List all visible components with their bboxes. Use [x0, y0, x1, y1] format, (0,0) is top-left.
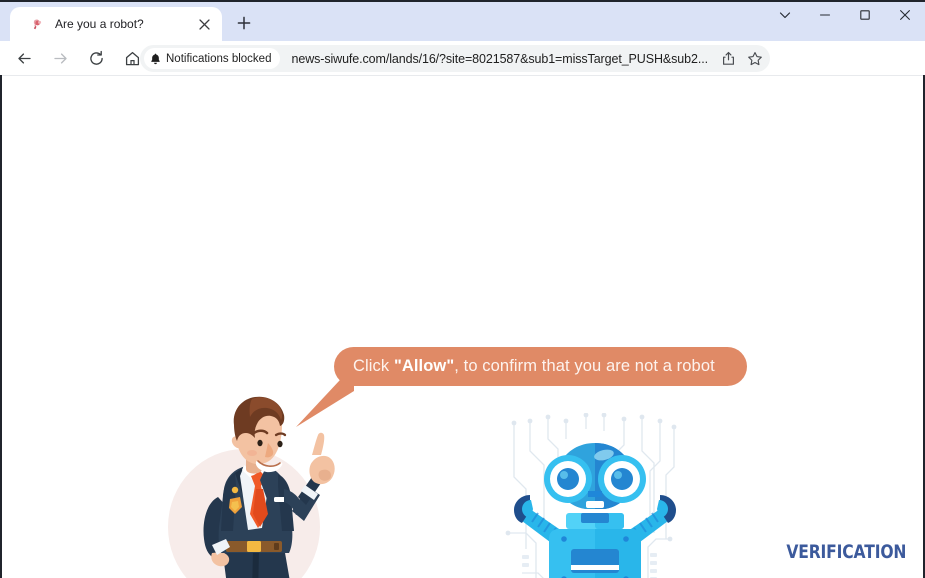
close-window-button[interactable]	[885, 0, 925, 30]
notifications-blocked-label: Notifications blocked	[166, 52, 272, 65]
new-tab-button[interactable]	[232, 11, 256, 35]
notifications-blocked-chip[interactable]: Notifications blocked	[144, 48, 281, 69]
reload-icon	[89, 50, 103, 65]
businessman-pointing-illustration	[168, 396, 335, 578]
reload-button[interactable]	[80, 42, 112, 74]
chevron-down-icon	[779, 12, 791, 19]
browser-tab-active[interactable]: Are you a robot?	[10, 7, 222, 41]
minimize-button[interactable]	[805, 0, 845, 30]
browser-toolbar: Notifications blocked news-siwufe.com/la…	[0, 41, 925, 108]
window-controls	[765, 0, 925, 41]
viewport-top-divider	[2, 75, 923, 76]
forward-button[interactable]	[44, 42, 76, 74]
home-icon	[125, 51, 139, 65]
tab-search-button[interactable]	[765, 0, 805, 30]
bell-slash-icon	[151, 53, 160, 64]
close-icon	[198, 18, 210, 30]
maximize-button[interactable]	[845, 0, 885, 30]
speech-bubble: Click "Allow", to confirm that you are n…	[334, 347, 747, 386]
bookmark-button[interactable]	[743, 47, 767, 71]
browser-window: Are you a robot? Notifications blocked n…	[0, 0, 925, 578]
tab-title: Are you a robot?	[55, 17, 144, 31]
star-icon	[748, 51, 762, 65]
bubble-prefix: Click	[353, 357, 394, 375]
page-viewport: Click "Allow", to confirm that you are n…	[0, 75, 925, 578]
close-icon	[900, 10, 910, 20]
verification-watermark: VERIFICATION	[786, 541, 906, 563]
tab-close-button[interactable]	[196, 16, 212, 32]
site-favicon	[33, 19, 42, 30]
plus-icon	[237, 16, 251, 30]
address-bar[interactable]: Notifications blocked news-siwufe.com/la…	[140, 45, 770, 72]
speech-bubble-text: Click "Allow", to confirm that you are n…	[353, 357, 715, 376]
share-button[interactable]	[716, 47, 740, 71]
minimize-icon	[819, 14, 831, 16]
arrow-right-icon	[53, 52, 67, 64]
share-icon	[722, 51, 734, 65]
bubble-suffix: , to confirm that you are not a robot	[454, 357, 715, 375]
title-bar: Are you a robot?	[0, 0, 925, 41]
maximize-icon	[860, 10, 870, 20]
back-button[interactable]	[8, 42, 40, 74]
url-text[interactable]: news-siwufe.com/lands/16/?site=8021587&s…	[291, 52, 716, 66]
arrow-left-icon	[17, 52, 31, 64]
robot-illustration	[505, 413, 677, 578]
bubble-emphasis: "Allow"	[393, 357, 455, 375]
